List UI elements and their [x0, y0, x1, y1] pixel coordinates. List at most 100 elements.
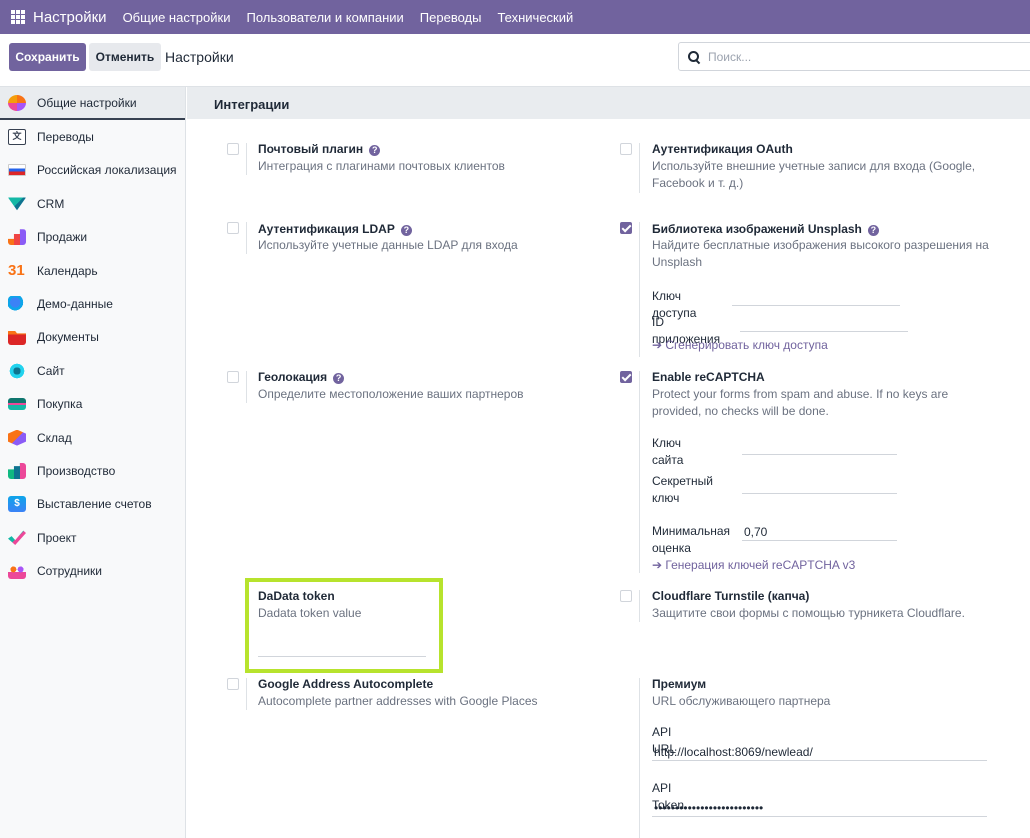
sidebar-item-demo-data[interactable]: Демо-данные	[0, 287, 185, 320]
documents-icon	[8, 331, 26, 346]
help-icon[interactable]: ?	[333, 373, 345, 384]
turnstile-checkbox[interactable]	[620, 590, 632, 602]
recaptcha-checkbox[interactable]	[620, 371, 632, 383]
sidebar-item-label: Переводы	[37, 130, 94, 145]
sidebar-item-label: Проект	[37, 530, 77, 545]
demo-data-icon	[8, 296, 26, 313]
recaptcha-desc: Protect your forms from spam and abuse. …	[652, 387, 949, 418]
premium-api-url-input[interactable]	[652, 743, 987, 761]
save-button[interactable]: Сохранить	[9, 43, 86, 71]
sidebar-item-russian-localization[interactable]: Российская локализация	[0, 154, 185, 187]
recaptcha-title: Enable reCAPTCHA	[652, 370, 765, 384]
sidebar-item-sales[interactable]: Продажи	[0, 221, 185, 254]
sidebar-item-label: Склад	[37, 430, 72, 445]
search-box	[678, 42, 1030, 71]
sidebar-item-label: Календарь	[37, 263, 98, 278]
sidebar-item-label: Общие настройки	[37, 95, 137, 110]
oauth-checkbox[interactable]	[620, 143, 632, 155]
ldap-title: Аутентификация LDAP?	[258, 222, 412, 236]
google-address-checkbox[interactable]	[227, 678, 239, 690]
nav-brand[interactable]: Настройки	[33, 9, 107, 26]
russian-flag-icon	[8, 164, 26, 177]
ldap-desc: Используйте учетные данные LDAP для вход…	[258, 238, 518, 252]
apps-menu-icon[interactable]	[11, 10, 25, 24]
sidebar-item-documents[interactable]: Документы	[0, 321, 185, 354]
unsplash-access-key-input[interactable]	[732, 288, 900, 306]
crm-icon	[8, 197, 26, 211]
recaptcha-secret-key-input[interactable]	[742, 476, 897, 494]
divider	[246, 371, 247, 403]
premium-api-token-input[interactable]	[652, 799, 987, 817]
divider	[246, 678, 247, 710]
top-navbar: Настройки Общие настройки Пользователи и…	[0, 0, 1030, 34]
breadcrumb: Настройки	[165, 49, 234, 65]
mail-plugin-title: Почтовый плагин?	[258, 142, 381, 156]
mail-plugin-desc: Интеграция с плагинами почтовых клиентов	[258, 159, 505, 173]
unsplash-desc: Найдите бесплатные изображения высокого …	[652, 238, 989, 269]
nav-item-general[interactable]: Общие настройки	[123, 10, 231, 25]
unsplash-title: Библиотека изображений Unsplash?	[652, 222, 879, 236]
mail-plugin-checkbox[interactable]	[227, 143, 239, 155]
nav-item-users[interactable]: Пользователи и компании	[246, 10, 403, 25]
oauth-desc: Используйте внешние учетные записи для в…	[652, 159, 976, 190]
geolocation-checkbox[interactable]	[227, 371, 239, 383]
sidebar-item-invoicing[interactable]: $ Выставление счетов	[0, 488, 185, 521]
translations-icon: 文	[8, 129, 26, 146]
divider	[639, 222, 640, 357]
geolocation-title: Геолокация?	[258, 370, 345, 384]
divider	[246, 222, 247, 254]
search-icon	[688, 50, 700, 63]
sidebar-item-label: Российская локализация	[37, 163, 177, 178]
help-icon[interactable]: ?	[400, 225, 412, 236]
purchase-icon	[8, 398, 26, 411]
divider	[639, 371, 640, 573]
dadata-title: DaData token	[258, 589, 335, 603]
recaptcha-site-key-input[interactable]	[742, 437, 897, 455]
recaptcha-generate-keys-link[interactable]: ➔ Генерация ключей reCAPTCHA v3	[652, 558, 855, 572]
dadata-token-input[interactable]	[258, 639, 426, 657]
sidebar-item-label: Покупка	[37, 397, 83, 412]
unsplash-checkbox[interactable]	[620, 222, 632, 234]
recaptcha-min-score-input[interactable]	[742, 523, 897, 541]
sidebar-item-inventory[interactable]: Склад	[0, 421, 185, 454]
sidebar-item-manufacturing[interactable]: Производство	[0, 454, 185, 487]
help-icon[interactable]: ?	[369, 145, 381, 156]
invoicing-icon: $	[8, 496, 26, 513]
sidebar-item-website[interactable]: Сайт	[0, 354, 185, 387]
unsplash-app-id-input[interactable]	[740, 314, 908, 332]
sidebar-item-project[interactable]: Проект	[0, 521, 185, 554]
section-title: Интеграции	[214, 97, 290, 112]
nav-item-technical[interactable]: Технический	[497, 10, 573, 25]
inventory-icon	[8, 429, 26, 446]
general-settings-icon	[8, 94, 26, 111]
nav-item-translations[interactable]: Переводы	[420, 10, 482, 25]
sidebar-item-label: Продажи	[37, 230, 88, 245]
sidebar-item-translations[interactable]: 文 Переводы	[0, 120, 185, 153]
sidebar-item-crm[interactable]: CRM	[0, 187, 185, 220]
sidebar-item-employees[interactable]: Сотрудники	[0, 554, 185, 587]
search-input[interactable]	[708, 49, 1008, 64]
sidebar-item-general-settings[interactable]: Общие настройки	[0, 87, 185, 121]
premium-title: Премиум	[652, 677, 707, 691]
sidebar-item-label: Производство	[37, 463, 116, 478]
settings-sidebar: Общие настройки 文 Переводы Российская ло…	[0, 87, 186, 838]
sidebar-item-label: Сотрудники	[37, 564, 102, 579]
sidebar-item-label: Сайт	[37, 363, 65, 378]
calendar-icon: 31	[8, 261, 25, 279]
ldap-checkbox[interactable]	[227, 222, 239, 234]
sidebar-item-calendar[interactable]: 31 Календарь	[0, 254, 185, 287]
cancel-button[interactable]: Отменить	[89, 43, 161, 71]
divider	[639, 590, 640, 622]
sidebar-item-purchase[interactable]: Покупка	[0, 388, 185, 421]
dadata-desc: Dadata token value	[258, 606, 362, 620]
sidebar-item-label: Демо-данные	[37, 297, 113, 312]
unsplash-generate-key-link[interactable]: ➔ Сгенерировать ключ доступа	[652, 338, 828, 352]
google-address-desc: Autocomplete partner addresses with Goog…	[258, 694, 538, 708]
section-header: Интеграции	[187, 87, 1030, 119]
manufacturing-icon	[8, 462, 26, 479]
help-icon[interactable]: ?	[867, 225, 879, 236]
control-panel: Сохранить Отменить Настройки	[0, 34, 1030, 87]
premium-desc: URL обслуживающего партнера	[652, 694, 831, 708]
sales-icon	[8, 229, 26, 246]
oauth-title: Аутентификация OAuth	[652, 142, 793, 156]
